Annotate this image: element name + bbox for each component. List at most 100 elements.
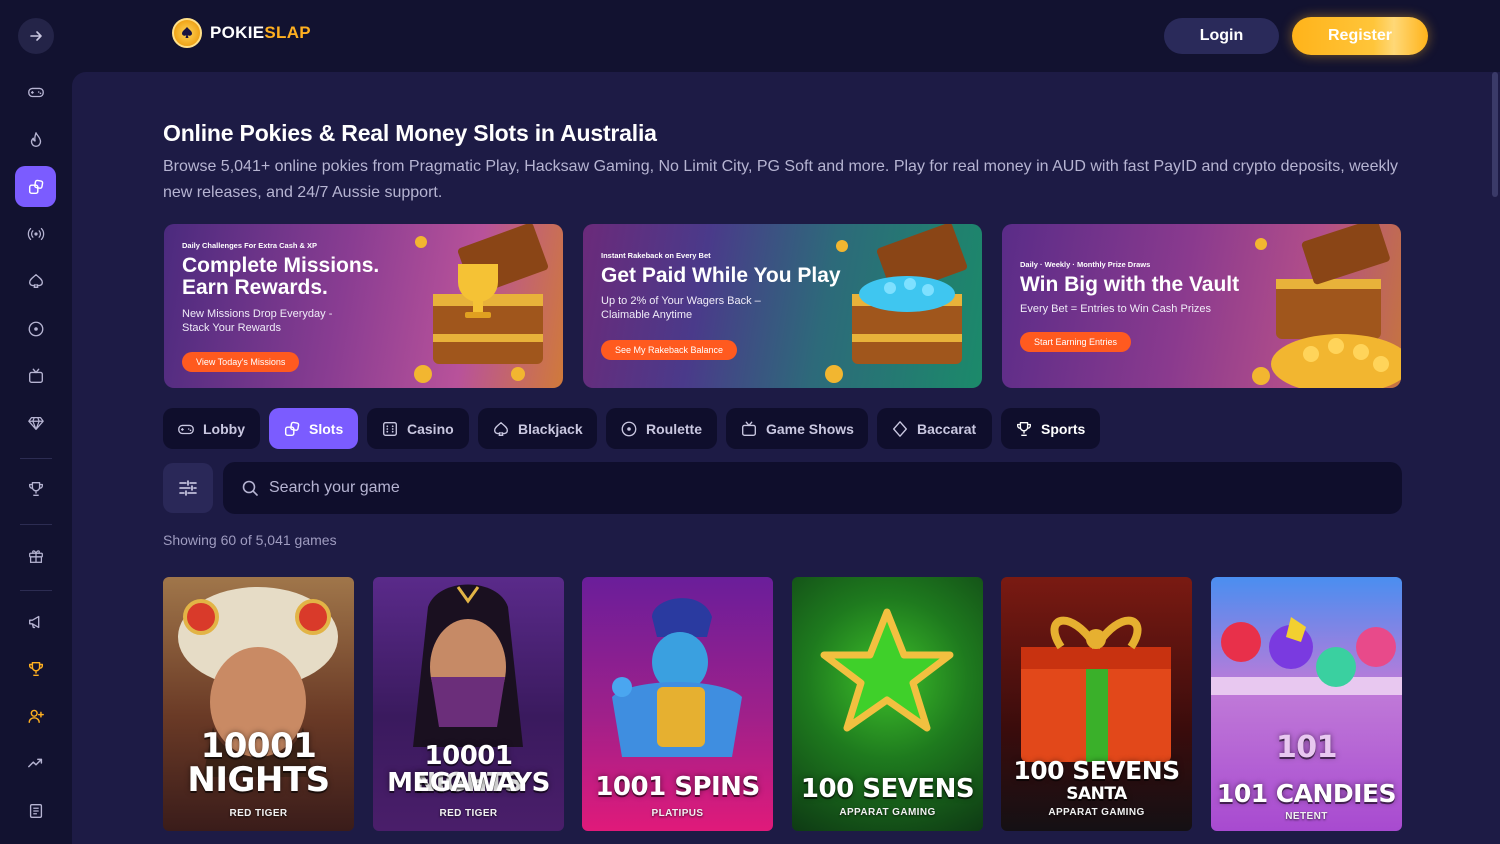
page-title: Online Pokies & Real Money Slots in Aust… — [163, 120, 657, 146]
sidebar-item-announcements[interactable] — [15, 601, 56, 642]
sidebar-item-live[interactable] — [15, 213, 56, 254]
gift-icon — [28, 549, 43, 563]
tab-baccarat[interactable]: Baccarat — [877, 408, 992, 449]
game-card-10001-nights-megaways[interactable]: 10001 NIGHTS MEGAWAYS RED TIGER — [373, 577, 564, 831]
banner-kicker: Daily · Weekly · Monthly Prize Draws — [1020, 260, 1151, 269]
login-button[interactable]: Login — [1164, 18, 1279, 54]
sidebar-item-hot[interactable] — [15, 119, 56, 160]
sidebar-item-blackjack[interactable] — [15, 260, 56, 301]
tab-casino[interactable]: Casino — [367, 408, 469, 449]
diamond-icon — [27, 416, 44, 430]
tab-game-shows[interactable]: Game Shows — [726, 408, 868, 449]
tab-label: Casino — [407, 420, 454, 437]
sidebar — [0, 0, 72, 844]
sliders-icon — [179, 480, 197, 496]
main-content: Online Pokies & Real Money Slots in Aust… — [72, 72, 1500, 844]
tab-sports[interactable]: Sports — [1001, 408, 1100, 449]
banner-subtitle-line1: New Missions Drop Everyday - — [182, 308, 333, 320]
tab-label: Roulette — [646, 420, 702, 437]
banner-kicker: Daily Challenges For Extra Cash & XP — [182, 241, 318, 250]
search-bar[interactable] — [223, 462, 1402, 514]
promo-banner-vault[interactable]: Daily · Weekly · Monthly Prize Draws Win… — [1002, 224, 1401, 388]
flame-icon — [30, 131, 41, 147]
sidebar-item-sports[interactable] — [15, 468, 56, 509]
slots-icon — [28, 179, 43, 194]
filter-button[interactable] — [163, 463, 213, 513]
results-count: Showing 60 of 5,041 games — [163, 532, 337, 548]
spade-icon — [28, 273, 43, 288]
scrollbar-thumb[interactable] — [1492, 72, 1498, 197]
sidebar-item-news[interactable] — [15, 790, 56, 831]
trending-icon — [27, 758, 42, 767]
tab-label: Blackjack — [518, 420, 583, 437]
banner-title-line1: Get Paid While You Play — [601, 264, 841, 287]
register-button[interactable]: Register — [1292, 17, 1428, 55]
game-card-100-sevens-santa[interactable]: 100 SEVENS SANTA APPARAT GAMING — [1001, 577, 1192, 831]
sidebar-item-tournaments[interactable] — [15, 648, 56, 689]
top-header: POKIESLAP Login Register — [72, 0, 1500, 72]
treasure-chest-gems-icon — [825, 224, 968, 383]
logo[interactable]: POKIESLAP — [172, 18, 311, 48]
banner-subtitle-line1: Up to 2% of Your Wagers Back – — [601, 295, 761, 307]
page-description: Browse 5,041+ online pokies from Pragmat… — [163, 158, 1399, 201]
game-provider: NETENT — [1285, 811, 1328, 822]
promo-banner-missions[interactable]: Daily Challenges For Extra Cash & XP Com… — [164, 224, 563, 388]
slots-icon — [284, 421, 300, 436]
tab-label: Lobby — [203, 420, 245, 437]
add-user-icon — [28, 709, 44, 723]
game-title-line1: 101 — [1275, 730, 1338, 765]
game-card-10001-nights[interactable]: 10001 NIGHTS RED TIGER — [163, 577, 354, 831]
logo-wordmark: POKIESLAP — [210, 23, 311, 42]
tab-label: Slots — [309, 420, 344, 437]
view-missions-button[interactable]: View Today's Missions — [182, 352, 300, 372]
treasure-chest-coins-icon — [1252, 224, 1401, 388]
treasure-chest-trophy-icon — [414, 224, 549, 383]
sidebar-item-lobby[interactable] — [15, 71, 56, 112]
search-icon — [242, 480, 258, 496]
tab-roulette[interactable]: Roulette — [606, 408, 717, 449]
banner-subtitle-line2: Claimable Anytime — [601, 309, 693, 321]
banner-subtitle-line2: Stack Your Rewards — [182, 322, 282, 334]
arrow-right-icon — [30, 31, 42, 41]
game-title-line1: 1001 SPINS — [595, 772, 760, 802]
start-earning-entries-button[interactable]: Start Earning Entries — [1020, 332, 1132, 352]
tab-slots[interactable]: Slots — [269, 408, 358, 449]
rakeback-balance-button[interactable]: See My Rakeback Balance — [601, 340, 738, 360]
roulette-icon — [28, 321, 43, 336]
banner-kicker: Instant Rakeback on Every Bet — [601, 251, 711, 260]
sidebar-divider — [20, 590, 52, 591]
game-provider: PLATIPUS — [651, 808, 704, 819]
sidebar-item-game-shows[interactable] — [15, 355, 56, 396]
sidebar-item-trending[interactable] — [15, 742, 56, 783]
tv-icon — [742, 421, 756, 436]
promo-banner-rakeback[interactable]: Instant Rakeback on Every Bet Get Paid W… — [583, 224, 982, 388]
tab-blackjack[interactable]: Blackjack — [478, 408, 597, 449]
game-provider: RED TIGER — [439, 808, 498, 819]
tab-label: Sports — [1041, 420, 1086, 437]
banner-title-line2: Earn Rewards. — [182, 276, 328, 299]
game-provider: APPARAT GAMING — [1048, 807, 1145, 818]
game-card-1001-spins[interactable]: 1001 SPINS PLATIPUS — [582, 577, 773, 831]
game-provider: RED TIGER — [229, 808, 288, 819]
sidebar-item-promotions[interactable] — [15, 535, 56, 576]
sidebar-item-roulette[interactable] — [15, 308, 56, 349]
banner-subtitle-line1: Every Bet = Entries to Win Cash Prizes — [1020, 303, 1212, 315]
tab-lobby[interactable]: Lobby — [163, 408, 260, 449]
trophy-icon — [28, 481, 43, 496]
casino-icon — [383, 421, 397, 436]
search-input[interactable] — [269, 479, 1369, 497]
expand-sidebar-button[interactable] — [18, 18, 54, 54]
game-card-101-candies[interactable]: 101 101 CANDIES NETENT — [1211, 577, 1402, 831]
game-title-line2: MEGAWAYS — [387, 768, 550, 798]
megaphone-icon — [28, 615, 39, 628]
sidebar-item-refer[interactable] — [15, 695, 56, 736]
game-title-line1: 100 SEVENS — [800, 774, 975, 804]
live-icon — [27, 227, 44, 240]
sidebar-item-slots[interactable] — [15, 166, 56, 207]
gamepad-icon — [178, 424, 194, 434]
game-card-100-sevens[interactable]: 100 SEVENS APPARAT GAMING — [792, 577, 983, 831]
sidebar-item-baccarat[interactable] — [15, 402, 56, 443]
spade-icon — [494, 421, 508, 436]
game-title-line2: 101 CANDIES — [1216, 779, 1397, 808]
gamepad-icon — [27, 87, 44, 97]
